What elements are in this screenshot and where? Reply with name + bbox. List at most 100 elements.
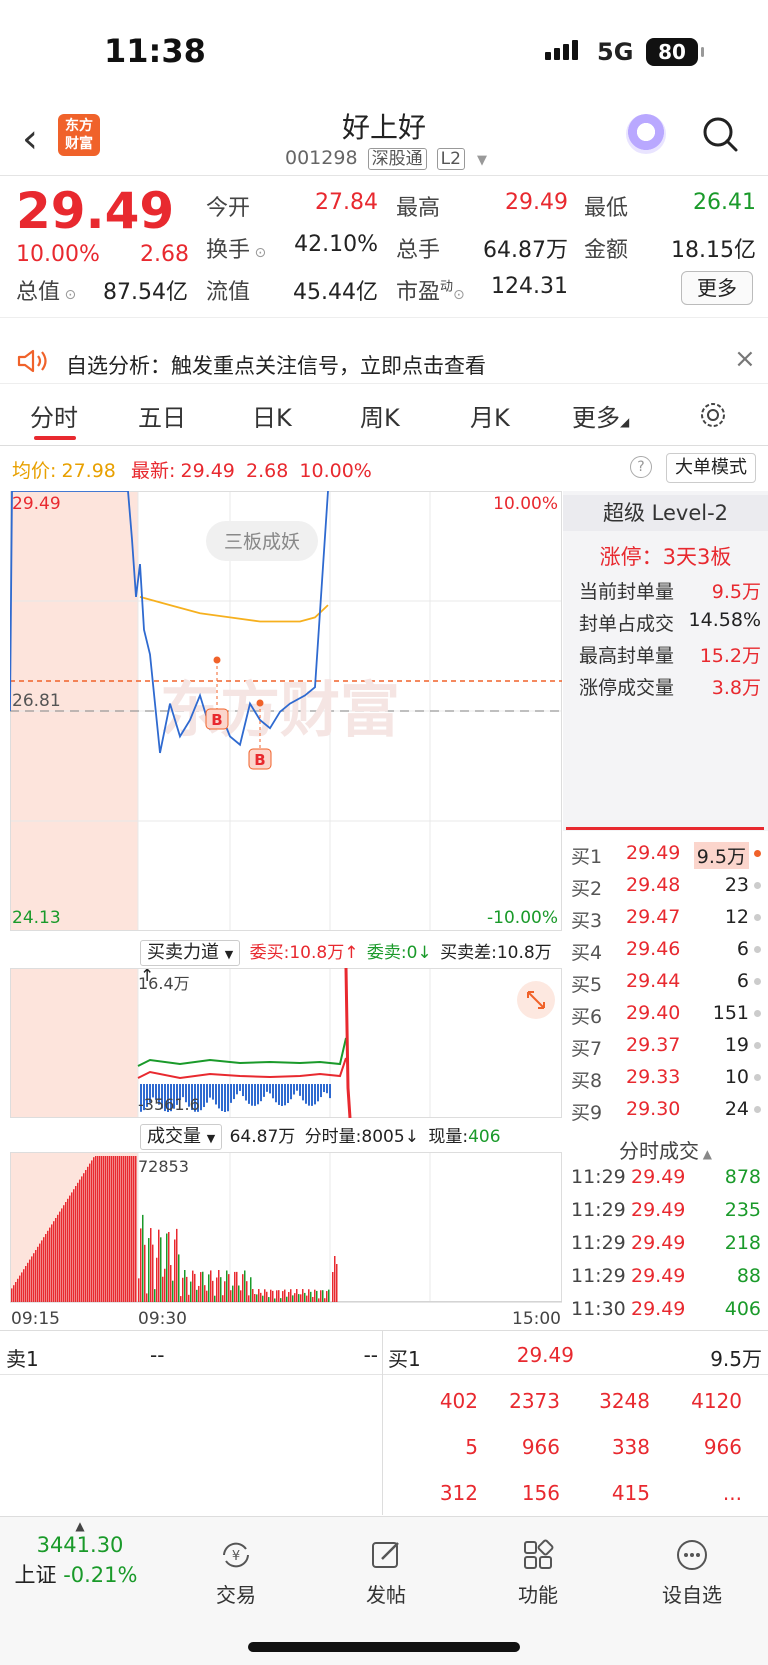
bid-price: 29.40 xyxy=(626,1002,681,1024)
stock-code: 001298 xyxy=(285,147,358,169)
l2-row-limit-volume: 涨停成交量 3.8万 xyxy=(579,677,761,699)
bid-row[interactable]: 买2 29.48 23 xyxy=(571,874,761,901)
nav-functions[interactable]: 功能 xyxy=(488,1537,588,1608)
x-label-0930: 09:30 xyxy=(138,1309,187,1328)
big-order-mode-button[interactable]: 大单模式 xyxy=(666,453,756,483)
bid-row[interactable]: 买9 29.30 24 xyxy=(571,1098,761,1125)
network-type: 5G xyxy=(597,38,634,66)
volume-selector[interactable]: 成交量 ▼ xyxy=(140,1124,223,1150)
analysis-alert[interactable]: 自选分析：触发重点关注信号，立即点击查看 × xyxy=(0,336,768,384)
status-bar: 11:38 5G 80 xyxy=(0,0,768,100)
tab-intraday[interactable]: 分时 xyxy=(30,398,78,433)
price-change: 2.68 xyxy=(140,242,189,267)
index-pct: -0.21% xyxy=(63,1563,138,1587)
bottom-nav: ▲ 3441.30 上证 -0.21% ¥ 交易 发帖 功能 设自选 xyxy=(0,1516,768,1665)
tab-weekly-k[interactable]: 周K xyxy=(360,398,400,433)
volume-chart[interactable]: 72853 09:15 09:30 15:00 xyxy=(10,1152,562,1328)
apps-grid-icon xyxy=(524,1539,554,1569)
bid-volume: 6 xyxy=(736,938,749,960)
tab-five-day[interactable]: 五日 xyxy=(138,398,186,433)
svg-text:B: B xyxy=(254,751,265,769)
battery-icon: 80 xyxy=(646,38,704,66)
bid-ask-cell: 402 xyxy=(439,1389,478,1413)
bid-price: 29.33 xyxy=(626,1066,681,1088)
tick-volume: 218 xyxy=(724,1232,761,1254)
expand-icon xyxy=(517,981,555,1019)
volume-value: 64.87万 xyxy=(483,238,568,263)
y-label-bottom: 24.13 xyxy=(12,908,61,928)
power-chart[interactable]: 16.4万 -3561.6 xyxy=(10,968,562,1118)
tab-more[interactable]: 更多◢ xyxy=(572,398,629,433)
tick-time: 11:29 xyxy=(571,1166,626,1188)
bid-ask-cell: 156 xyxy=(521,1481,560,1505)
more-button[interactable]: 更多 xyxy=(681,271,753,305)
bid-label: 买3 xyxy=(571,910,603,932)
nav-trade[interactable]: ¥ 交易 xyxy=(186,1537,286,1608)
tick-row: 11:29 29.49 878 xyxy=(571,1166,761,1188)
edit-icon xyxy=(372,1542,399,1568)
tab-daily-k[interactable]: 日K xyxy=(252,398,292,433)
amount-label: 金额 xyxy=(584,238,629,263)
tab-monthly-k[interactable]: 月K xyxy=(470,398,510,433)
search-icon[interactable] xyxy=(700,114,740,154)
alert-text: 自选分析：触发重点关注信号，立即点击查看 xyxy=(66,354,486,378)
y-label-top-pct: 10.00% xyxy=(493,494,558,514)
bid-row[interactable]: 买1 29.49 9.5万 xyxy=(571,842,761,869)
help-icon[interactable]: ? xyxy=(630,456,652,478)
nav-add-watchlist[interactable]: 设自选 xyxy=(642,1537,742,1608)
gear-icon[interactable] xyxy=(698,400,728,430)
tick-row: 11:29 29.49 88 xyxy=(571,1265,761,1287)
bid-label: 买2 xyxy=(571,878,603,900)
power-bottom-value: -3561.6 xyxy=(138,1095,200,1114)
bid-dot xyxy=(754,914,761,921)
bid-label: 买5 xyxy=(571,974,603,996)
bid-price: 29.47 xyxy=(626,906,681,928)
bid1-label: 买1 xyxy=(388,1347,421,1371)
bid1-vol: 9.5万 xyxy=(710,1347,762,1371)
turnover-label: 换手 ⊙ xyxy=(206,238,267,263)
tick-price: 29.49 xyxy=(631,1265,686,1287)
intraday-chart[interactable]: 东方财富 三板成妖 B B 29.49 26.81 24.13 10.00% -… xyxy=(10,491,562,931)
power-selector[interactable]: 买卖力道 ▼ xyxy=(140,940,241,966)
bid-label: 买6 xyxy=(571,1006,603,1028)
stock-code-line[interactable]: 001298 深股通 L2 ▼ xyxy=(285,144,487,170)
robot-assistant-icon[interactable] xyxy=(626,114,666,154)
bid-row[interactable]: 买8 29.33 10 xyxy=(571,1066,761,1093)
bid-volume: 10 xyxy=(724,1066,749,1088)
bid-volume: 12 xyxy=(724,906,749,928)
power-top-value: 16.4万 xyxy=(138,974,190,993)
total-mv-label: 总值 ⊙ xyxy=(16,280,77,305)
bid-dot xyxy=(754,1074,761,1081)
x-label-0915: 09:15 xyxy=(11,1309,60,1328)
bid-volume: 6 xyxy=(736,970,749,992)
bid-dot xyxy=(754,978,761,985)
ticks-title[interactable]: 分时成交 ▲ xyxy=(563,1135,768,1164)
close-icon[interactable]: × xyxy=(734,344,756,374)
limit-up-streak: 涨停：3天3板 xyxy=(599,545,732,569)
bid-row[interactable]: 买5 29.44 6 xyxy=(571,970,761,997)
bid-label: 买7 xyxy=(571,1038,603,1060)
pe-value: 124.31 xyxy=(491,274,568,299)
power-bar-header: 买卖力道 ▼ 委买:10.8万↑ 委卖:0↓ 买卖差:10.8万↑ xyxy=(140,940,552,986)
level2-panel[interactable]: 超级 Level-2 涨停：3天3板 当前封单量 9.5万 封单占成交 14.58%… xyxy=(563,491,768,831)
bid-volume: 23 xyxy=(724,874,749,896)
svg-text:B: B xyxy=(211,711,222,729)
bid-row[interactable]: 买3 29.47 12 xyxy=(571,906,761,933)
tick-row: 11:29 29.49 218 xyxy=(571,1232,761,1254)
bid-price: 29.44 xyxy=(626,970,681,992)
bid-row[interactable]: 买4 29.46 6 xyxy=(571,938,761,965)
index-value: 3441.30 xyxy=(36,1533,124,1557)
bid-row[interactable]: 买6 29.40 151 xyxy=(571,1002,761,1029)
bid-ask-cell: 966 xyxy=(521,1435,560,1459)
nav-post[interactable]: 发帖 xyxy=(336,1537,436,1608)
index-widget[interactable]: ▲ 3441.30 上证 -0.21% xyxy=(15,1519,140,1589)
tick-volume: 406 xyxy=(724,1298,761,1320)
ask1-label: 卖1 xyxy=(6,1347,39,1371)
open-value: 27.84 xyxy=(315,190,378,215)
bid-row[interactable]: 买7 29.37 19 xyxy=(571,1034,761,1061)
tick-time: 11:29 xyxy=(571,1199,626,1221)
bid-label: 买8 xyxy=(571,1070,603,1092)
chart-tabs: 分时 五日 日K 周K 月K 更多◢ xyxy=(0,386,768,446)
bid-volume: 9.5万 xyxy=(693,842,749,869)
y-label-top: 29.49 xyxy=(12,494,61,514)
